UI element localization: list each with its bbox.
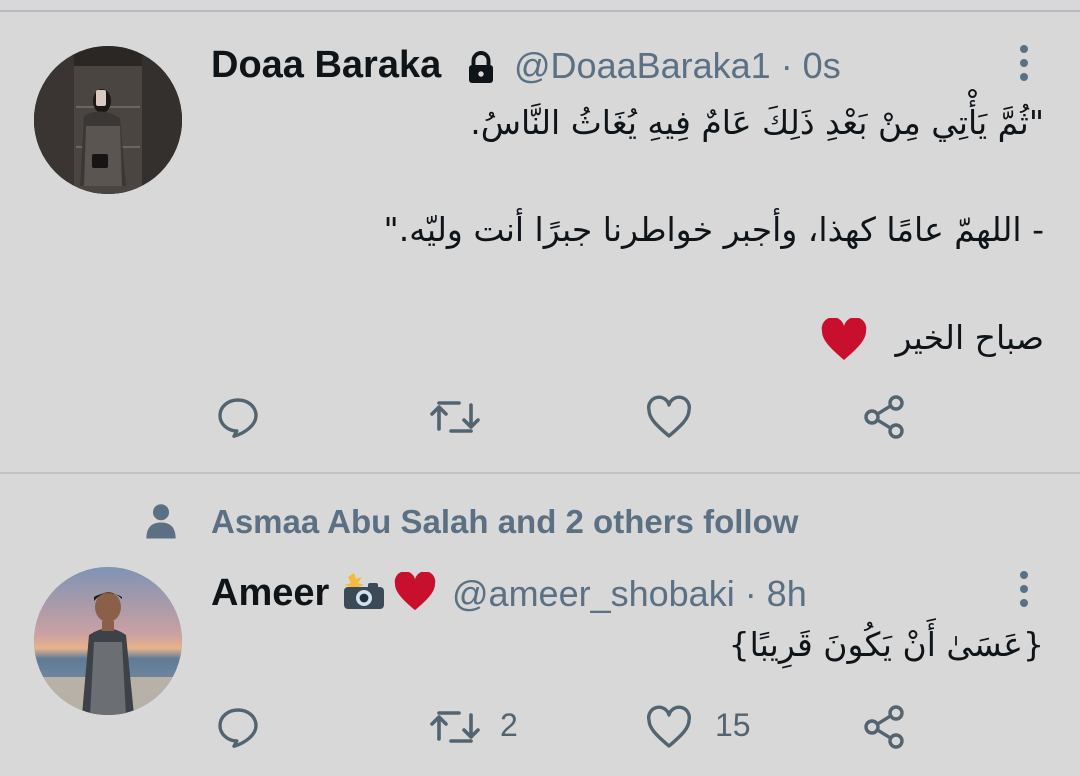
red-heart-emoji [821, 318, 867, 360]
avatar[interactable] [34, 567, 182, 715]
like-icon[interactable] [645, 705, 693, 751]
like-icon[interactable] [645, 395, 693, 441]
tweet-text-line: - اللهمّ عامًا كهذا، وأجبر خواطرنا جبرًا… [383, 210, 1044, 249]
person-icon [146, 504, 176, 539]
reply-icon[interactable] [214, 703, 262, 751]
retweet-icon[interactable] [427, 393, 483, 441]
author-handle-time[interactable]: @DoaaBaraka1 · 0s [514, 45, 841, 87]
more-options-icon[interactable] [1019, 45, 1029, 87]
avatar[interactable] [34, 46, 182, 194]
tweet-text-line: "ثُمَّ يَأْتِي مِنْ بَعْدِ ذَلِكَ عَامٌ … [470, 103, 1044, 142]
avatar-photo [34, 46, 182, 194]
red-heart-emoji [394, 572, 436, 611]
more-options-icon[interactable] [1019, 571, 1029, 613]
share-icon[interactable] [860, 393, 908, 441]
author-name[interactable]: Ameer [211, 572, 329, 615]
top-divider [0, 10, 1080, 12]
tweet-text: {عَسَىٰ أَنْ يَكُونَ قَرِيبًا} [728, 625, 1044, 664]
camera-flash-emoji [344, 573, 384, 609]
author-handle-time[interactable]: @ameer_shobaki · 8h [452, 573, 807, 615]
retweet-count: 2 [500, 707, 518, 743]
tweet-divider [0, 472, 1080, 474]
author-name[interactable]: Doaa Baraka [211, 44, 441, 87]
lock-icon [469, 51, 493, 83]
avatar-photo [34, 567, 182, 715]
share-icon[interactable] [860, 703, 908, 751]
retweet-icon[interactable] [427, 703, 483, 751]
reply-icon[interactable] [214, 393, 262, 441]
like-count: 15 [715, 707, 751, 743]
social-context-label[interactable]: Asmaa Abu Salah and 2 others follow [211, 503, 798, 541]
tweet-text-line: صباح الخير [895, 318, 1044, 357]
